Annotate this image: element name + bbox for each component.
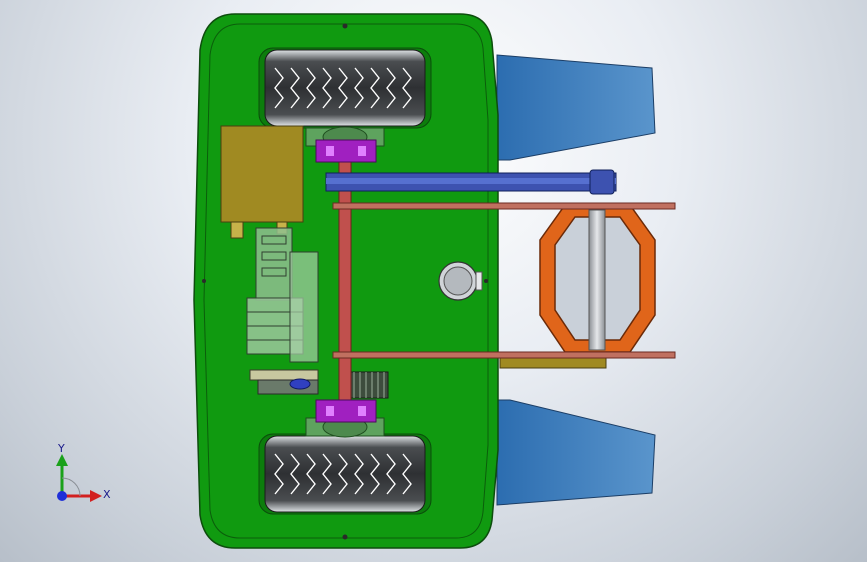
mount-hole-right[interactable] [484, 279, 488, 283]
tire-bottom[interactable] [264, 435, 426, 513]
mount-hole-bottom[interactable] [342, 534, 348, 540]
triad-x-label: X [103, 488, 111, 501]
battery-box[interactable] [220, 125, 304, 223]
axle-bracket-bottom[interactable] [315, 399, 377, 423]
battery-terminal-left[interactable] [230, 221, 244, 239]
mount-hole-top[interactable] [342, 23, 348, 29]
front-plate[interactable] [499, 357, 607, 369]
front-wheel-shaft[interactable] [588, 209, 606, 351]
triad-y-label: Y [57, 442, 65, 455]
coordinate-triad: Y X [56, 442, 111, 502]
mount-hole-left[interactable] [202, 279, 206, 283]
deflector-upper[interactable] [496, 54, 656, 161]
front-wheel-ring[interactable] [539, 204, 656, 353]
steering-rod-bottom[interactable] [332, 351, 676, 359]
deflector-lower[interactable] [496, 399, 656, 506]
tire-top[interactable] [264, 49, 426, 127]
axle-bracket-top[interactable] [315, 139, 377, 163]
gear-blue[interactable] [289, 378, 311, 390]
steering-rod-top[interactable] [332, 202, 676, 210]
cad-viewport[interactable]: Y X [0, 0, 867, 562]
drive-belt[interactable] [325, 169, 617, 195]
